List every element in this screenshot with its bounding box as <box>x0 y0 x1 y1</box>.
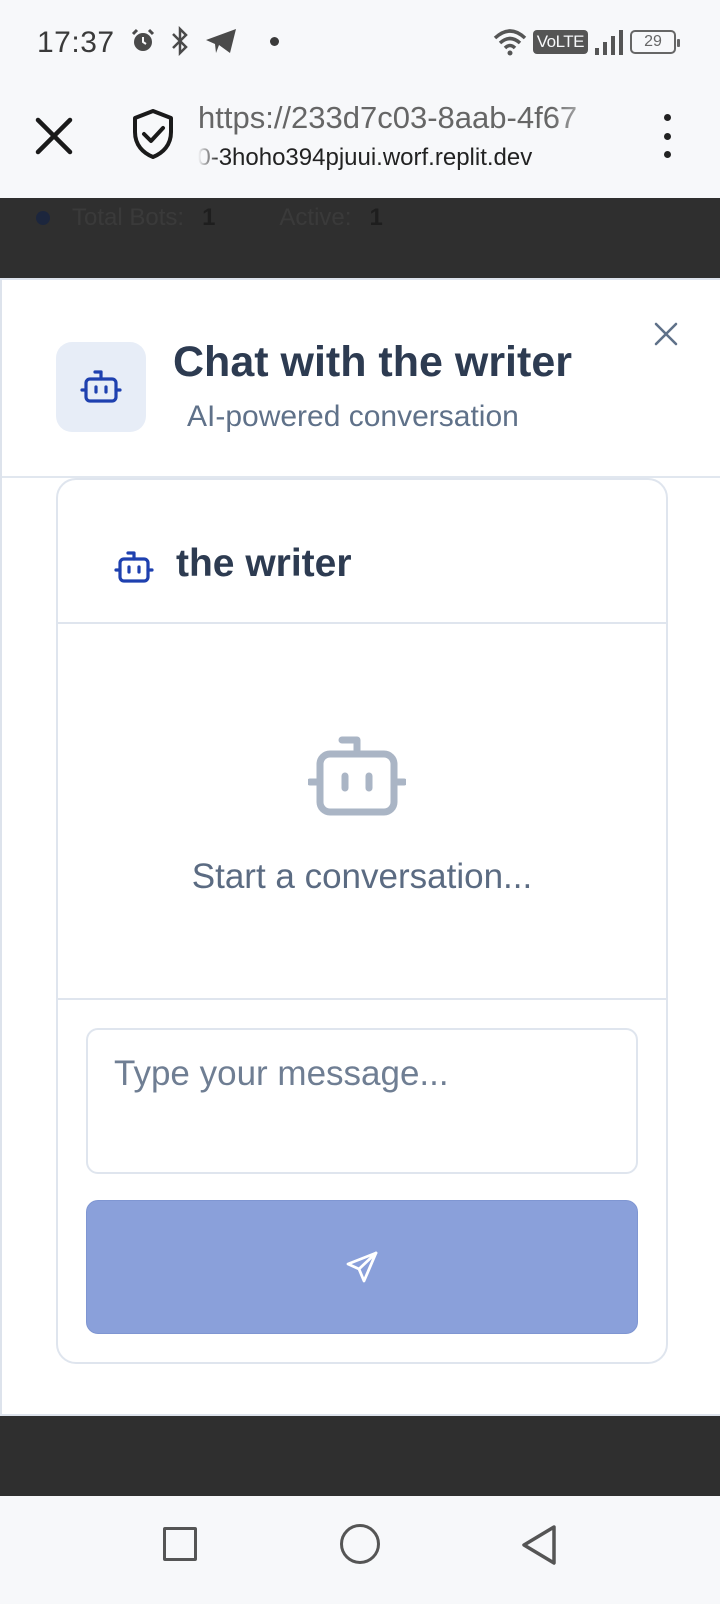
battery-icon: 29 <box>630 30 680 54</box>
telegram-icon <box>206 29 236 53</box>
recents-icon[interactable] <box>163 1527 197 1561</box>
total-bots-value: 1 <box>202 204 216 231</box>
system-nav-bar <box>0 1496 720 1604</box>
chat-modal: Chat with the writer AI-powered conversa… <box>0 278 720 1416</box>
shield-check-icon[interactable] <box>130 108 176 160</box>
chat-messages-area: Start a conversation... <box>58 624 666 1000</box>
bot-icon <box>114 551 154 583</box>
bot-icon <box>308 736 406 816</box>
empty-state-text: Start a conversation... <box>191 857 533 896</box>
total-bots-label: Total Bots: <box>72 204 185 231</box>
status-dot <box>36 211 50 225</box>
signal-icon <box>595 30 623 55</box>
bluetooth-icon <box>172 26 188 56</box>
status-time: 17:37 <box>37 26 115 59</box>
background-stats: Total Bots: 1 Active: 1 <box>36 198 383 238</box>
back-icon[interactable] <box>520 1524 558 1566</box>
url-secondary: 00-3hoho394pjuui.worf.replit.dev <box>198 144 533 171</box>
chat-header: the writer <box>58 480 666 624</box>
volte-badge: VoLTE <box>532 30 588 54</box>
send-icon <box>346 1251 378 1283</box>
url-primary[interactable]: https://233d7c03-8aab-4f67 <box>198 100 614 136</box>
close-icon[interactable] <box>30 112 78 160</box>
url-secondary-wrap[interactable]: 00-3hoho394pjuui.worf.replit.dev <box>198 144 614 172</box>
active-label: Active: <box>279 204 352 231</box>
send-button[interactable] <box>86 1200 638 1334</box>
bot-name: the writer <box>176 542 352 585</box>
modal-title: Chat with the writer <box>173 338 572 386</box>
home-icon[interactable] <box>340 1524 380 1564</box>
modal-subtitle: AI-powered conversation <box>187 400 519 433</box>
chat-card: the writer Start a conversation... <box>56 478 668 1364</box>
close-icon[interactable] <box>652 320 680 348</box>
active-value: 1 <box>369 204 383 231</box>
modal-header: Chat with the writer AI-powered conversa… <box>2 280 720 478</box>
browser-toolbar: https://233d7c03-8aab-4f67 00-3hoho394pj… <box>0 86 720 198</box>
battery-level: 29 <box>644 33 662 50</box>
status-bar: 17:37 VoLTE 29 <box>0 0 720 86</box>
message-input[interactable] <box>86 1028 638 1174</box>
more-vert-icon[interactable] <box>655 114 679 158</box>
notification-dot <box>270 36 279 46</box>
wifi-icon <box>493 29 526 56</box>
modal-bot-avatar <box>56 342 146 432</box>
alarm-icon <box>131 28 155 51</box>
bot-icon <box>80 370 122 403</box>
